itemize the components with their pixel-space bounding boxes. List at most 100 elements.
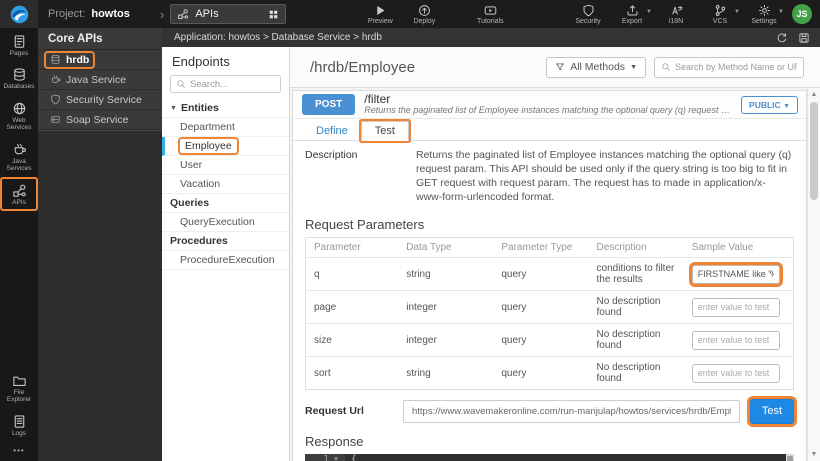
workspace-tab-apis[interactable]: APIs <box>170 4 286 24</box>
endpoint-item-employee[interactable]: Employee <box>162 137 289 156</box>
cell-parameter-type: query <box>493 324 588 357</box>
project-name: howtos <box>91 8 130 20</box>
chevron-down-icon: ▼ <box>778 9 784 15</box>
api-icon <box>12 183 27 198</box>
topbar-action-deploy[interactable]: Deploy <box>402 3 446 25</box>
line-number-gutter[interactable]: 1▼ <box>305 454 345 461</box>
search-icon <box>176 79 186 89</box>
endpoint-group-label: Procedures <box>170 235 228 247</box>
rail-item-web-services[interactable]: WebServices <box>1 96 37 136</box>
breadcrumb-bar: Application: howtos > Database Service >… <box>162 28 820 47</box>
rail-item-apis[interactable]: APIs <box>1 178 37 210</box>
soap-icon <box>50 114 61 125</box>
user-avatar[interactable]: JS <box>792 4 812 24</box>
rail-item-label: JavaServices <box>1 158 37 173</box>
topbar-action-settings[interactable]: ▼ Settings <box>742 3 786 25</box>
chevron-down-icon: ▼ <box>783 103 790 110</box>
funnel-icon <box>555 62 565 72</box>
column-header: Data Type <box>398 238 493 258</box>
topbar-action-vcs[interactable]: ▼ VCS <box>698 3 742 25</box>
sample-value-input-q[interactable] <box>692 265 780 284</box>
collapse-caret-icon[interactable]: ▼ <box>170 105 177 112</box>
save-icon[interactable] <box>798 32 810 44</box>
rail-item-logs[interactable]: Logs <box>1 409 37 441</box>
core-api-item-java-service[interactable]: Java Service <box>38 70 162 90</box>
cell-description: No description found <box>589 291 684 324</box>
topbar-action-i18n[interactable]: i18N <box>654 3 698 25</box>
rail-item-java-services[interactable]: JavaServices <box>1 137 37 177</box>
endpoint-item-label: Employee <box>180 139 237 153</box>
methods-filter-dropdown[interactable]: All Methods ▼ <box>546 57 646 78</box>
sample-value-input-sort[interactable] <box>692 364 780 383</box>
core-api-item-hrdb[interactable]: hrdb <box>38 50 162 70</box>
visibility-dropdown[interactable]: PUBLIC ▼ <box>741 96 798 114</box>
endpoint-item-queryexecution[interactable]: QueryExecution <box>162 213 289 232</box>
more-menu-button[interactable]: ••• <box>0 442 38 461</box>
project-label: Project: <box>48 8 85 20</box>
code-line: 1▼ { <box>305 454 794 461</box>
test-button[interactable]: Test <box>750 399 794 424</box>
column-header: Description <box>589 238 684 258</box>
editor-vertical-scrollbar[interactable] <box>786 454 794 461</box>
refresh-icon <box>776 32 788 44</box>
translate-icon <box>670 4 683 17</box>
endpoints-search-input[interactable] <box>190 79 275 90</box>
rail-item-file-explorer[interactable]: FileExplorer <box>1 368 37 408</box>
endpoints-search[interactable] <box>170 75 281 93</box>
core-apis-panel: Core APIs hrdb Java Service Security Ser… <box>38 28 162 461</box>
sample-value-input-page[interactable] <box>692 298 780 317</box>
topbar-action-label: i18N <box>654 18 698 25</box>
request-url-input[interactable] <box>403 400 740 423</box>
top-bar: Project: howtos › APIs Preview Deploy Tu… <box>0 0 820 28</box>
folder-icon <box>12 373 27 388</box>
topbar-action-export[interactable]: ▼ Export <box>610 3 654 25</box>
endpoint-item-department[interactable]: Department <box>162 118 289 137</box>
cell-parameter: sort <box>306 357 399 390</box>
grid-icon[interactable] <box>268 9 279 20</box>
branch-icon <box>714 4 727 17</box>
rail-item-pages[interactable]: Pages <box>1 29 37 61</box>
cell-parameter-type: query <box>493 357 588 390</box>
endpoint-item-vacation[interactable]: Vacation <box>162 175 289 194</box>
endpoint-group-queries[interactable]: Queries <box>162 194 289 213</box>
endpoint-item-user[interactable]: User <box>162 156 289 175</box>
topbar-action-security[interactable]: Security <box>566 3 610 25</box>
endpoint-item-label: ProcedureExecution <box>180 254 275 266</box>
scrollbar-thumb[interactable] <box>810 102 818 200</box>
project-indicator: Project: howtos <box>48 8 160 20</box>
tab-define[interactable]: Define <box>303 122 361 140</box>
wavemaker-logo[interactable] <box>0 0 38 28</box>
endpoint-group-entities[interactable]: ▼ Entities <box>162 99 289 118</box>
rail-item-label: Databases <box>1 83 37 90</box>
method-search[interactable] <box>654 57 804 78</box>
cell-description: No description found <box>589 324 684 357</box>
export-icon <box>626 4 639 17</box>
methods-filter-label: All Methods <box>570 61 625 73</box>
search-icon <box>176 79 186 89</box>
endpoint-group-procedures[interactable]: Procedures <box>162 232 289 251</box>
database-icon <box>50 54 61 65</box>
editor-vscroll-thumb[interactable] <box>787 456 793 461</box>
response-heading: Response <box>305 434 794 449</box>
endpoint-item-label: User <box>180 159 202 171</box>
core-api-item-security-service[interactable]: Security Service <box>38 90 162 110</box>
response-code-editor[interactable]: 1▼ { 2▼ "content": [ 3▼ { 4 "empId": 5, … <box>305 454 794 461</box>
column-header: Parameter <box>306 238 399 258</box>
scroll-down-arrow[interactable]: ▼ <box>808 451 820 458</box>
main-scrollbar[interactable]: ▲ ▼ <box>807 88 820 461</box>
column-header: Parameter Type <box>493 238 588 258</box>
http-method-badge[interactable]: POST <box>302 94 355 115</box>
scroll-up-arrow[interactable]: ▲ <box>808 91 820 98</box>
refresh-icon[interactable] <box>776 32 788 44</box>
rail-bottom-items: FileExplorer Logs <box>0 367 38 442</box>
topbar-action-tutorials[interactable]: Tutorials <box>468 3 512 25</box>
topbar-action-preview[interactable]: Preview <box>358 3 402 25</box>
sample-value-input-size[interactable] <box>692 331 780 350</box>
endpoint-summary-row[interactable]: POST /filter Returns the paginated list … <box>293 91 806 119</box>
rail-item-databases[interactable]: Databases <box>1 62 37 94</box>
endpoint-item-procedureexecution[interactable]: ProcedureExecution <box>162 251 289 270</box>
cell-parameter: q <box>306 258 399 291</box>
core-api-item-soap-service[interactable]: Soap Service <box>38 110 162 130</box>
tab-test[interactable]: Test <box>361 121 409 141</box>
method-search-input[interactable] <box>675 62 797 72</box>
